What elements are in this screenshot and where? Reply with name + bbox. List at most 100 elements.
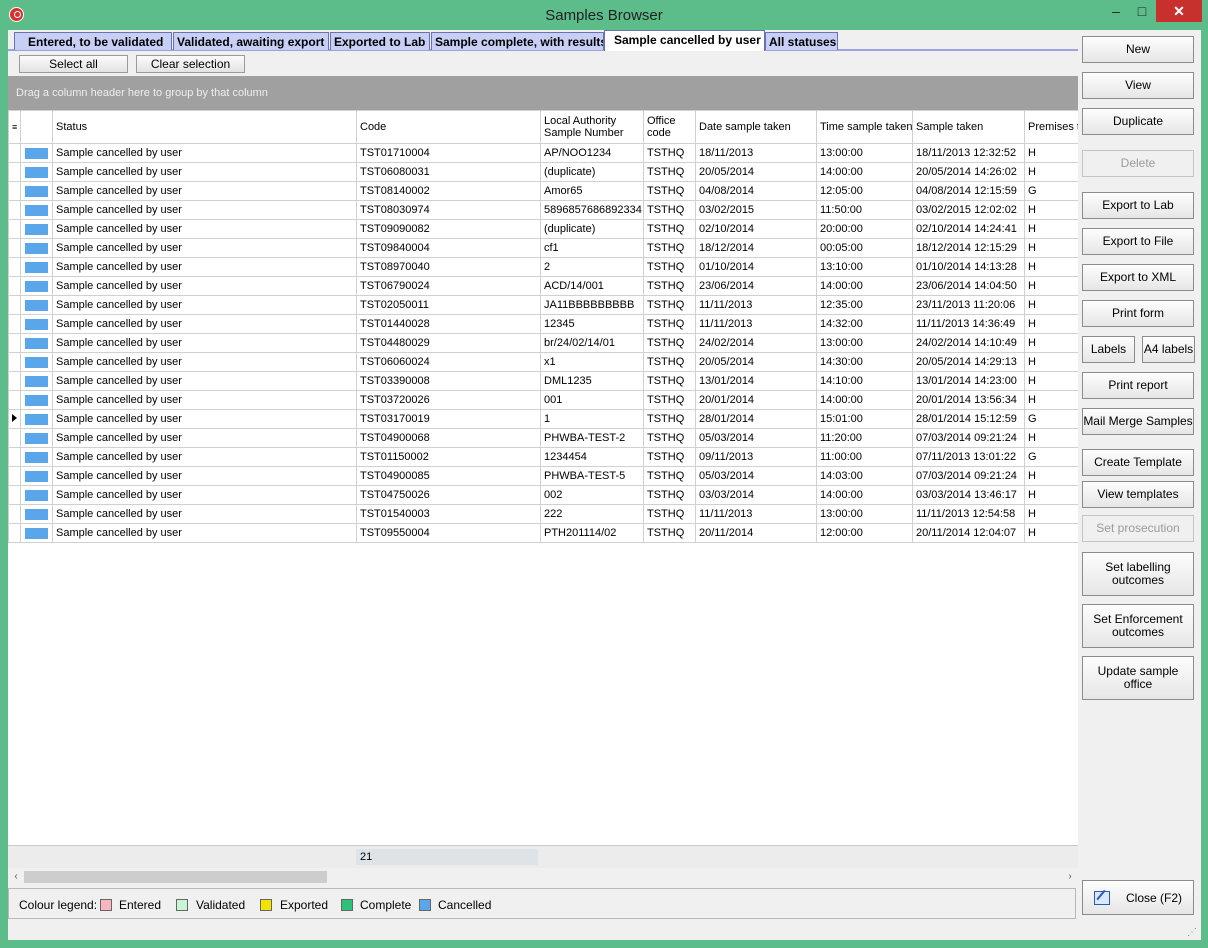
cell-date-taken[interactable]: 11/11/2013 (695, 314, 817, 334)
cell-date-taken[interactable]: 23/06/2014 (695, 276, 817, 296)
tab-cancelled[interactable]: Sample cancelled by user (604, 30, 765, 51)
cell-office-code[interactable]: TSTHQ (643, 257, 696, 277)
cell-premises-type[interactable]: H (1024, 371, 1078, 391)
cell-time-taken[interactable]: 13:00:00 (816, 143, 913, 163)
table-row[interactable]: Sample cancelled by user TST08970040 2 TSTH… (8, 257, 1078, 277)
cell-time-taken[interactable]: 11:50:00 (816, 200, 913, 220)
cell-premises-type[interactable]: G (1024, 447, 1078, 467)
cell-time-taken[interactable]: 12:05:00 (816, 181, 913, 201)
cell-la-sample-number[interactable]: 1234454 (540, 447, 644, 467)
cell-office-code[interactable]: TSTHQ (643, 200, 696, 220)
cell-code[interactable]: TST09550004 (356, 523, 541, 543)
cell-code[interactable]: TST09090082 (356, 219, 541, 239)
group-by-panel[interactable]: Drag a column header here to group by th… (8, 76, 1078, 110)
cell-premises-type[interactable]: H (1024, 276, 1078, 296)
cell-office-code[interactable]: TSTHQ (643, 219, 696, 239)
cell-time-taken[interactable]: 13:00:00 (816, 504, 913, 524)
cell-premises-type[interactable]: H (1024, 390, 1078, 410)
cell-status[interactable]: Sample cancelled by user (52, 219, 357, 239)
maximize-button[interactable]: □ (1130, 0, 1154, 22)
view-button[interactable]: View (1082, 72, 1194, 99)
new-button[interactable]: New (1082, 36, 1194, 63)
row-indicator[interactable] (8, 276, 21, 296)
cell-time-taken[interactable]: 14:03:00 (816, 466, 913, 486)
cell-status[interactable]: Sample cancelled by user (52, 333, 357, 353)
cell-premises-type[interactable]: H (1024, 200, 1078, 220)
table-row[interactable]: Sample cancelled by user TST01150002 12344… (8, 447, 1078, 467)
row-indicator[interactable] (8, 257, 21, 277)
header-la-sample-number[interactable]: Local Authority Sample Number (540, 110, 644, 144)
table-row[interactable]: Sample cancelled by user TST09550004 PTH20… (8, 523, 1078, 543)
cell-status[interactable]: Sample cancelled by user (52, 447, 357, 467)
cell-date-taken[interactable]: 20/01/2014 (695, 390, 817, 410)
cell-status[interactable]: Sample cancelled by user (52, 371, 357, 391)
cell-time-taken[interactable]: 00:05:00 (816, 238, 913, 258)
cell-la-sample-number[interactable]: br/24/02/14/01 (540, 333, 644, 353)
cell-premises-type[interactable]: H (1024, 333, 1078, 353)
cell-office-code[interactable]: TSTHQ (643, 504, 696, 524)
cell-date-taken[interactable]: 18/11/2013 (695, 143, 817, 163)
cell-premises-type[interactable]: H (1024, 219, 1078, 239)
table-row[interactable]: Sample cancelled by user TST04900068 PHWBA… (8, 428, 1078, 448)
cell-premises-type[interactable]: H (1024, 352, 1078, 372)
cell-la-sample-number[interactable]: (duplicate) (540, 219, 644, 239)
cell-time-taken[interactable]: 15:01:00 (816, 409, 913, 429)
tab-exported[interactable]: Exported to Lab (330, 32, 430, 50)
table-row[interactable]: Sample cancelled by user TST09090082 (dupl… (8, 219, 1078, 239)
tab-validated[interactable]: Validated, awaiting export (173, 32, 329, 50)
clear-selection-button[interactable]: Clear selection (136, 55, 245, 73)
cell-premises-type[interactable]: H (1024, 314, 1078, 334)
cell-sample-taken[interactable]: 20/01/2014 13:56:34 (912, 390, 1025, 410)
cell-la-sample-number[interactable]: 002 (540, 485, 644, 505)
cell-sample-taken[interactable]: 23/06/2014 14:04:50 (912, 276, 1025, 296)
header-sample-taken[interactable]: Sample taken (912, 110, 1025, 144)
cell-sample-taken[interactable]: 02/10/2014 14:24:41 (912, 219, 1025, 239)
cell-time-taken[interactable]: 14:32:00 (816, 314, 913, 334)
minimize-button[interactable]: – (1104, 0, 1128, 22)
cell-office-code[interactable]: TSTHQ (643, 314, 696, 334)
cell-premises-type[interactable]: H (1024, 295, 1078, 315)
cell-time-taken[interactable]: 13:00:00 (816, 333, 913, 353)
cell-status[interactable]: Sample cancelled by user (52, 485, 357, 505)
table-row[interactable]: Sample cancelled by user TST04750026 002 TS… (8, 485, 1078, 505)
tab-all-statuses[interactable]: All statuses (765, 32, 838, 50)
header-time-sample-taken[interactable]: Time sample taken (816, 110, 913, 144)
cell-code[interactable]: TST04750026 (356, 485, 541, 505)
cell-code[interactable]: TST01710004 (356, 143, 541, 163)
cell-office-code[interactable]: TSTHQ (643, 143, 696, 163)
cell-date-taken[interactable]: 20/11/2014 (695, 523, 817, 543)
cell-status[interactable]: Sample cancelled by user (52, 143, 357, 163)
column-chooser-icon[interactable]: ≡ (8, 110, 21, 144)
cell-la-sample-number[interactable]: JA11BBBBBBBBB (540, 295, 644, 315)
cell-office-code[interactable]: TSTHQ (643, 333, 696, 353)
cell-time-taken[interactable]: 12:35:00 (816, 295, 913, 315)
cell-date-taken[interactable]: 18/12/2014 (695, 238, 817, 258)
cell-sample-taken[interactable]: 07/03/2014 09:21:24 (912, 466, 1025, 486)
cell-la-sample-number[interactable]: x1 (540, 352, 644, 372)
row-indicator[interactable] (8, 428, 21, 448)
cell-la-sample-number[interactable]: DML1235 (540, 371, 644, 391)
row-indicator[interactable] (8, 200, 21, 220)
cell-premises-type[interactable]: H (1024, 143, 1078, 163)
cell-premises-type[interactable]: G (1024, 409, 1078, 429)
cell-time-taken[interactable]: 14:10:00 (816, 371, 913, 391)
row-indicator[interactable] (8, 143, 21, 163)
cell-sample-taken[interactable]: 24/02/2014 14:10:49 (912, 333, 1025, 353)
select-all-button[interactable]: Select all (19, 55, 128, 73)
table-row[interactable]: Sample cancelled by user TST04480029 br/24… (8, 333, 1078, 353)
cell-premises-type[interactable]: H (1024, 257, 1078, 277)
cell-code[interactable]: TST04900085 (356, 466, 541, 486)
cell-sample-taken[interactable]: 03/02/2015 12:02:02 (912, 200, 1025, 220)
horizontal-scrollbar[interactable]: ‹ › (8, 868, 1078, 886)
cell-sample-taken[interactable]: 18/11/2013 12:32:52 (912, 143, 1025, 163)
tab-entered[interactable]: Entered, to be validated (14, 32, 172, 50)
cell-la-sample-number[interactable]: 2 (540, 257, 644, 277)
cell-code[interactable]: TST03170019 (356, 409, 541, 429)
cell-premises-type[interactable]: H (1024, 504, 1078, 524)
tab-complete[interactable]: Sample complete, with results (431, 32, 604, 50)
table-row[interactable]: Sample cancelled by user TST08030974 58968… (8, 200, 1078, 220)
cell-la-sample-number[interactable]: Amor65 (540, 181, 644, 201)
cell-status[interactable]: Sample cancelled by user (52, 238, 357, 258)
row-indicator[interactable] (8, 333, 21, 353)
cell-sample-taken[interactable]: 07/11/2013 13:01:22 (912, 447, 1025, 467)
